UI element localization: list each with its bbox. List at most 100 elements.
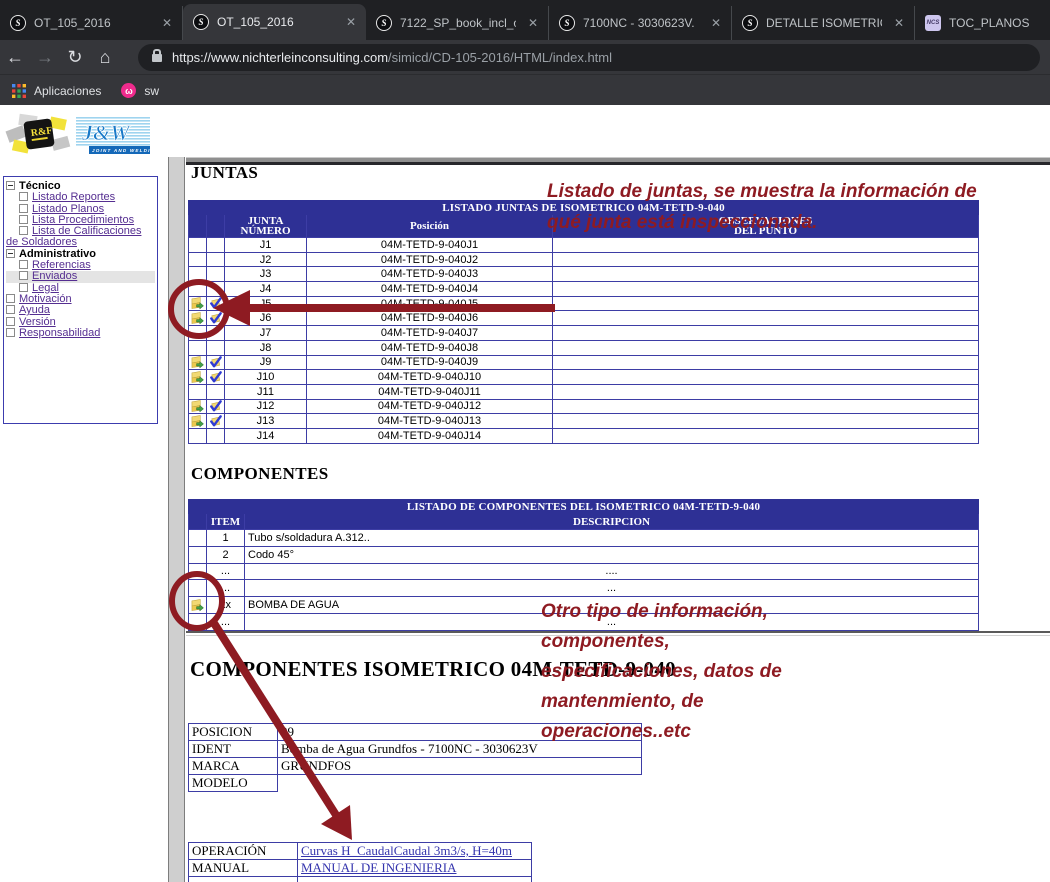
report-icon[interactable] xyxy=(191,297,204,310)
tab-favicon: S xyxy=(193,14,209,30)
apps-label[interactable]: Aplicaciones xyxy=(34,84,101,98)
inspected-check-icon xyxy=(209,297,222,310)
sidebar-item[interactable]: Responsabilidad xyxy=(6,328,155,339)
tab-title: DETALLE ISOMETRICO xyxy=(766,16,882,30)
document-link[interactable]: Curvas H_CaudalCaudal 3m3/s, H=40m xyxy=(301,843,512,858)
browser-tab[interactable]: S 7100NC - 3030623V. : F ✕ xyxy=(549,6,732,40)
tree-node-icon[interactable] xyxy=(6,294,15,303)
sidebar-item-label[interactable]: Responsabilidad xyxy=(19,327,100,339)
browser-tab[interactable]: NCS TOC_PLANOS ✕ xyxy=(915,6,1050,40)
tree-node-icon[interactable] xyxy=(6,305,15,314)
spec-label: MODELO xyxy=(189,775,278,792)
sidebar-item-label[interactable]: Motivación xyxy=(19,293,72,305)
operation-row: MANUAL MANUAL DE INGENIERIA xyxy=(189,860,532,877)
back-icon[interactable]: ← xyxy=(0,47,30,68)
report-icon[interactable] xyxy=(191,371,204,384)
tree-node-icon[interactable] xyxy=(19,192,28,201)
sidebar-item[interactable]: Enviados xyxy=(6,271,155,282)
tab-close-icon[interactable]: ✕ xyxy=(894,16,904,30)
junta-position: 04M-TETD-9-040J3 xyxy=(307,267,553,282)
wamp-bookmark-icon[interactable]: ω xyxy=(121,83,136,98)
junta-position: 04M-TETD-9-040J12 xyxy=(307,399,553,414)
junta-position: 04M-TETD-9-040J14 xyxy=(307,428,553,443)
col-comp-icon xyxy=(189,514,207,530)
annotation-note-componentes: Otro tipo de información, componentes, e… xyxy=(541,597,871,747)
report-icon[interactable] xyxy=(191,599,204,612)
sidebar-item[interactable]: Lista de Calificaciones de Soldadores xyxy=(6,226,155,249)
junta-observations xyxy=(553,414,979,429)
componentes-table-title: LISTADO DE COMPONENTES DEL ISOMETRICO 04… xyxy=(189,500,979,514)
lock-icon[interactable] xyxy=(152,54,162,62)
tab-favicon: S xyxy=(742,15,758,31)
junta-observations xyxy=(553,340,979,355)
bookmark-label-sw[interactable]: sw xyxy=(144,84,159,98)
address-bar[interactable]: https://www.nichterleinconsulting.com/si… xyxy=(138,44,1040,71)
reload-icon[interactable]: ↻ xyxy=(60,47,90,68)
junta-number: J8 xyxy=(225,340,307,355)
tree-node-icon[interactable] xyxy=(19,271,28,280)
tab-close-icon[interactable]: ✕ xyxy=(162,16,172,30)
tree-node-icon[interactable] xyxy=(19,283,28,292)
juntas-heading: JUNTAS xyxy=(191,163,258,183)
tree-node-icon[interactable] xyxy=(6,317,15,326)
horizontal-rule-top xyxy=(186,157,1050,165)
inspected-check-icon xyxy=(209,415,222,428)
browser-toolbar: ← → ↻ ⌂ https://www.nichterleinconsultin… xyxy=(0,40,1050,74)
sidebar-item[interactable]: Referencias xyxy=(6,260,155,271)
junta-number: J10 xyxy=(225,370,307,385)
sidebar-item-label[interactable]: Listado Reportes xyxy=(32,191,115,203)
sidebar-item-label[interactable]: Administrativo xyxy=(19,248,96,260)
junta-observations xyxy=(553,238,979,253)
report-icon[interactable] xyxy=(191,312,204,325)
junta-number: J1 xyxy=(225,238,307,253)
browser-tab[interactable]: S OT_105_2016 ✕ xyxy=(0,6,183,40)
tree-node-icon[interactable] xyxy=(6,181,15,190)
sidebar-item-label[interactable]: Legal xyxy=(32,282,59,294)
junta-observations xyxy=(553,311,979,326)
componentes-heading: COMPONENTES xyxy=(191,464,329,484)
tab-title: OT_105_2016 xyxy=(34,16,150,30)
tree-node-icon[interactable] xyxy=(6,249,15,258)
browser-tab[interactable]: S 7122_SP_book_incl_om ✕ xyxy=(366,6,549,40)
sidebar-item-label[interactable]: Referencias xyxy=(32,259,91,271)
browser-tab[interactable]: S DETALLE ISOMETRICO ✕ xyxy=(732,6,915,40)
tab-close-icon[interactable]: ✕ xyxy=(528,16,538,30)
tab-close-icon[interactable]: ✕ xyxy=(346,15,356,29)
junta-position: 04M-TETD-9-040J6 xyxy=(307,311,553,326)
tree-node-icon[interactable] xyxy=(19,204,28,213)
sidebar-item-label[interactable]: Técnico xyxy=(19,180,61,192)
report-icon[interactable] xyxy=(191,415,204,428)
spec-label: MARCA xyxy=(189,758,278,775)
junta-row: J10 04M-TETD-9-040J10 xyxy=(189,370,979,385)
sidebar-item-label[interactable]: Listado Planos xyxy=(32,203,104,215)
home-icon[interactable]: ⌂ xyxy=(90,47,120,68)
tab-close-icon[interactable]: ✕ xyxy=(711,16,721,30)
junta-row: J12 04M-TETD-9-040J12 xyxy=(189,399,979,414)
tree-node-icon[interactable] xyxy=(19,260,28,269)
tree-node-icon[interactable] xyxy=(6,328,15,337)
inspected-check-icon xyxy=(209,371,222,384)
junta-row: J2 04M-TETD-9-040J2 xyxy=(189,252,979,267)
junta-row: J7 04M-TETD-9-040J7 xyxy=(189,326,979,341)
tree-node-icon[interactable] xyxy=(19,215,28,224)
junta-row: J11 04M-TETD-9-040J11 xyxy=(189,384,979,399)
col-check xyxy=(207,215,225,238)
col-posicion: Posición xyxy=(307,215,553,238)
report-icon[interactable] xyxy=(191,400,204,413)
sidebar-item-label[interactable]: Versión xyxy=(19,316,56,328)
sidebar-item-label[interactable]: Lista Procedimientos xyxy=(32,214,134,226)
annotation-note-juntas: Listado de juntas, se muestra la informa… xyxy=(547,176,1027,238)
junta-number: J2 xyxy=(225,252,307,267)
browser-tab[interactable]: S OT_105_2016 ✕ xyxy=(183,4,366,40)
junta-observations xyxy=(553,267,979,282)
tree-node-icon[interactable] xyxy=(19,226,28,235)
forward-icon[interactable]: → xyxy=(30,47,60,68)
report-icon[interactable] xyxy=(191,356,204,369)
document-link[interactable]: MANUAL DE INGENIERIA xyxy=(301,860,457,875)
sidebar-item-label[interactable]: Enviados xyxy=(32,270,77,282)
componente-row: ... .... xyxy=(189,563,979,580)
sidebar-item-label[interactable]: Ayuda xyxy=(19,304,50,316)
junta-number: J6 xyxy=(225,311,307,326)
apps-grid-icon[interactable] xyxy=(12,84,26,98)
componente-item: ... xyxy=(207,580,245,597)
